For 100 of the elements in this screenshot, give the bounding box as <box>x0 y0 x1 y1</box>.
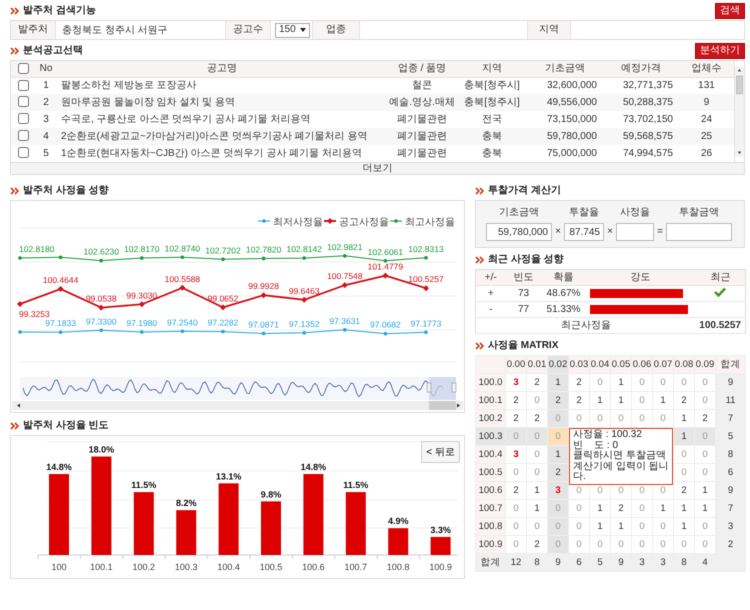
row-header: 100.2 <box>478 412 502 424</box>
table-cell: 0 <box>597 538 603 550</box>
table-cell: 1 <box>597 394 603 406</box>
data-point <box>98 304 104 311</box>
data-label: 102.8313 <box>408 244 444 254</box>
chevron-icon <box>10 6 19 14</box>
amount-field[interactable] <box>666 223 732 241</box>
amount-field[interactable]: 59,780,000 <box>486 223 552 241</box>
table-cell: 3 <box>513 448 519 460</box>
data-point <box>221 330 225 334</box>
amount-field[interactable]: 87.745 <box>564 223 604 241</box>
table-cell: - <box>489 304 492 314</box>
chevron-icon <box>475 186 484 194</box>
column-header: 0.05 <box>612 358 630 370</box>
column-total: 8 <box>681 556 687 568</box>
row-total: 9 <box>728 376 734 388</box>
section-title: 발주처 검색기능 <box>23 4 96 16</box>
axis-label: 100.6 <box>302 562 325 572</box>
checkbox[interactable] <box>18 80 28 91</box>
back-button[interactable]: < 뒤로 <box>421 441 460 463</box>
amount-field[interactable] <box>616 223 654 241</box>
data-label: 101.4779 <box>368 262 404 272</box>
table-cell: 0 <box>660 538 666 550</box>
table-cell: 1 <box>618 376 624 388</box>
table-cell: 0 <box>702 448 708 460</box>
table-cell: 73,150,000 <box>546 114 597 124</box>
table-cell: 2 <box>555 394 561 406</box>
table-cell: 0 <box>618 484 624 496</box>
table-cell: 0 <box>534 466 540 478</box>
row-header: 합계 <box>480 556 500 568</box>
data-point <box>180 329 184 334</box>
table-cell: 73 <box>518 288 530 298</box>
data-point <box>180 255 184 260</box>
checkbox[interactable] <box>18 96 28 108</box>
table-cell: 0 <box>660 484 666 496</box>
legend-marker-icon <box>258 219 270 223</box>
row-header: 100.1 <box>478 394 502 406</box>
axis-label: 100.1 <box>90 562 113 572</box>
table-cell: 3 <box>43 114 49 124</box>
table-cell: 0 <box>513 538 519 550</box>
tooltip-message: 클릭하시면 투찰금액 계산기에 입력이 됩니다. <box>573 451 669 482</box>
data-label: 97.3631 <box>329 316 360 326</box>
table-cell: 0 <box>576 412 582 424</box>
table-cell: 0 <box>639 412 645 424</box>
table-cell: 0 <box>597 484 603 496</box>
legend-marker-icon <box>324 218 336 224</box>
table-cell: 48.67% <box>546 288 580 298</box>
bar <box>134 492 154 555</box>
table-cell: 0 <box>702 466 708 478</box>
checkbox[interactable] <box>18 62 28 74</box>
legend-marker-icon <box>390 219 402 223</box>
data-point <box>58 256 62 260</box>
field-label: 기초금액 <box>498 207 540 219</box>
table-cell: 1 <box>681 430 687 442</box>
table-cell: 131 <box>698 80 715 91</box>
legend-label: 최고사정율 <box>405 217 455 228</box>
tooltip-text: 사정율 : 100.32 <box>573 430 643 440</box>
checkbox[interactable] <box>18 130 28 142</box>
data-label: 102.6230 <box>83 246 119 257</box>
table-cell: 24 <box>700 114 712 124</box>
column-header: 빈도 <box>514 272 534 282</box>
data-label: 97.1352 <box>288 318 320 329</box>
data-label: 97.2540 <box>167 317 198 328</box>
analyze-button[interactable]: 분석하기 <box>695 42 745 58</box>
table-cell: 1 <box>597 502 603 514</box>
data-point <box>138 301 145 308</box>
column-total: 9 <box>555 556 561 568</box>
row-total: 8 <box>728 448 734 460</box>
checkbox[interactable] <box>18 147 28 158</box>
data-label: 102.8142 <box>286 244 322 254</box>
data-point <box>262 332 266 336</box>
data-point <box>260 292 267 298</box>
table-cell: 충북[청주시] <box>464 80 520 91</box>
data-label: 99.0652 <box>208 293 238 304</box>
data-label: 102.7820 <box>246 244 282 254</box>
table-cell: 2 <box>576 394 582 406</box>
row-total: 5 <box>728 430 734 442</box>
more-button[interactable]: 더보기 <box>10 163 745 175</box>
table-cell: 1 <box>681 502 687 514</box>
table-cell: 59,780,000 <box>546 130 597 142</box>
data-label: 97.0871 <box>248 319 279 330</box>
table-cell: 0 <box>639 376 645 388</box>
table-cell: 0 <box>555 502 561 514</box>
table-cell: 0 <box>618 412 624 424</box>
field-label: 투찰금액 <box>678 207 720 219</box>
data-label: 97.0682 <box>370 320 401 330</box>
field-label: 투찰율 <box>568 207 600 219</box>
axis-label: 100 <box>51 562 67 572</box>
table-cell: 0 <box>513 466 519 478</box>
column-header: 0.00 <box>506 358 526 370</box>
table-cell: 2 <box>702 412 708 424</box>
section-title: 투찰가격 계산기 <box>488 184 561 196</box>
section-title: 발주처 사정율 성향 <box>23 184 109 196</box>
search-button[interactable]: 검색 <box>715 2 745 18</box>
table-cell: 0 <box>702 430 708 442</box>
data-label: 97.1773 <box>410 318 442 328</box>
checkbox[interactable] <box>18 113 28 124</box>
table-cell: 0 <box>576 484 582 496</box>
row-header: 100.8 <box>478 520 502 532</box>
table-cell: 2 <box>534 538 540 550</box>
